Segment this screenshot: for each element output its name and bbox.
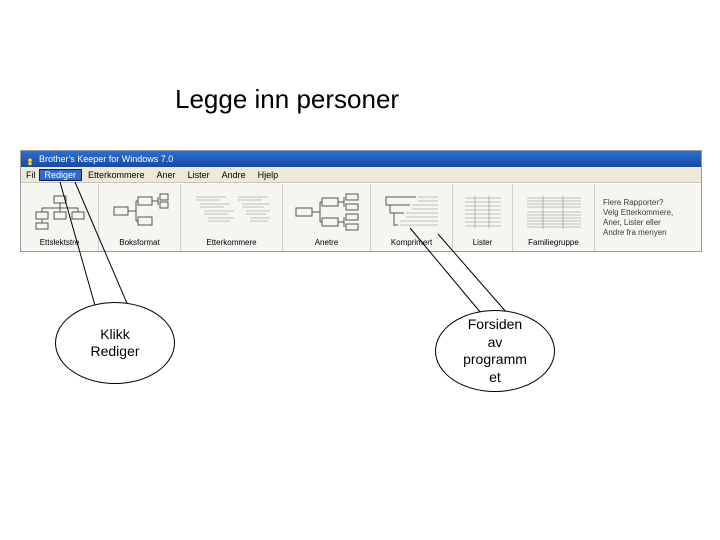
callout-leader-1 — [0, 0, 720, 540]
tool-anetre[interactable]: Anetre — [283, 184, 371, 251]
tool-ettslektstre[interactable]: Ettslektstre — [21, 184, 99, 251]
callout-forsiden: Forsiden av programm et — [435, 310, 555, 392]
callout-forsiden-line3: programm — [463, 351, 527, 367]
toolbar: Ettslektstre — [21, 183, 701, 251]
hint-line-1: Flere Rapporter? — [603, 198, 693, 208]
tool-boksformat[interactable]: Boksformat — [99, 184, 181, 251]
menu-aner[interactable]: Aner — [151, 169, 182, 181]
callout-klikk-line2: Rediger — [90, 343, 139, 359]
app-window: Brother's Keeper for Windows 7.0 Fil Red… — [20, 150, 702, 252]
callout-forsiden-line1: Forsiden — [468, 316, 522, 332]
callout-leader-2 — [0, 0, 720, 540]
callout-forsiden-line4: et — [489, 369, 501, 385]
hint-line-3: Aner, Lister eller — [603, 218, 693, 228]
tool-etterkommere[interactable]: Etterkommere — [181, 184, 283, 251]
komprimert-icon — [371, 188, 452, 236]
tool-anetre-label: Anetre — [313, 236, 341, 247]
tool-boksformat-label: Boksformat — [117, 236, 161, 247]
callout-klikk-rediger: Klikk Rediger — [55, 302, 175, 384]
app-icon — [25, 154, 35, 164]
tool-komprimert-label: Komprimert — [389, 236, 434, 247]
slide-title: Legge inn personer — [175, 84, 399, 115]
hint-line-2: Velg Etterkommere, — [603, 208, 693, 218]
boksformat-icon — [99, 188, 180, 236]
menu-andre[interactable]: Andre — [216, 169, 252, 181]
anetre-icon — [283, 188, 370, 236]
menu-rediger[interactable]: Rediger — [39, 169, 83, 181]
tool-komprimert[interactable]: Komprimert — [371, 184, 453, 251]
window-title: Brother's Keeper for Windows 7.0 — [39, 154, 173, 164]
tool-lister-label: Lister — [471, 236, 495, 247]
tool-lister[interactable]: Lister — [453, 184, 513, 251]
tool-familiegruppe[interactable]: Familiegruppe — [513, 184, 595, 251]
callout-klikk-line1: Klikk — [100, 326, 130, 342]
hint-line-4: Andre fra menyen — [603, 228, 693, 238]
menu-fil[interactable]: Fil — [23, 169, 39, 181]
tool-ettslektstre-label: Ettslektstre — [38, 236, 82, 247]
tool-etterkommere-label: Etterkommere — [204, 236, 258, 247]
ettslektstre-icon — [21, 188, 98, 236]
toolbar-hint: Flere Rapporter? Velg Etterkommere, Aner… — [595, 184, 701, 251]
menu-hjelp[interactable]: Hjelp — [252, 169, 285, 181]
etterkommere-icon — [181, 188, 282, 236]
callout-forsiden-line2: av — [488, 334, 503, 350]
tool-familiegruppe-label: Familiegruppe — [526, 236, 581, 247]
slide: Legge inn personer Brother's Keeper for … — [0, 0, 720, 540]
lister-icon — [453, 188, 512, 236]
menu-etterkommere[interactable]: Etterkommere — [82, 169, 151, 181]
menu-bar: Fil Rediger Etterkommere Aner Lister And… — [21, 167, 701, 183]
title-bar: Brother's Keeper for Windows 7.0 — [21, 151, 701, 167]
familiegruppe-icon — [513, 188, 594, 236]
menu-lister[interactable]: Lister — [182, 169, 216, 181]
